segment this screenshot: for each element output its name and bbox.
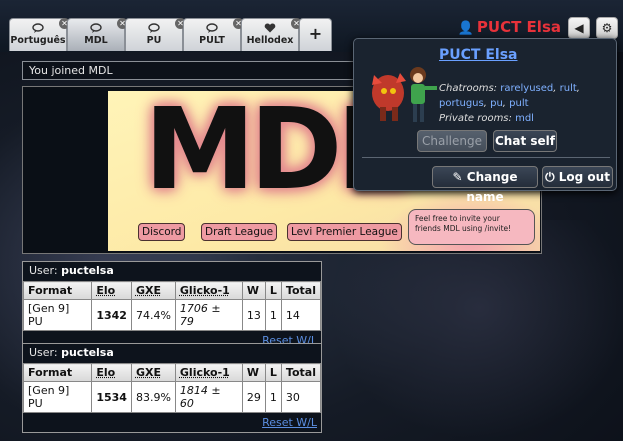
user-icon: 👤 [458,21,474,36]
col-w: W [242,364,265,382]
col-format: Format [24,282,92,300]
col-elo: Elo [92,364,132,382]
user-label: User: [29,264,58,277]
col-gxe: GXE [131,282,175,300]
room-tabs: Português ✕ MDL ✕ PU ✕ PULT ✕ Hellodex ✕… [9,18,332,51]
cell-w: 13 [242,300,265,331]
cell-w: 29 [242,382,265,413]
cell-gxe: 83.9% [131,382,175,413]
ladder-user: User: puctelsa [23,262,321,281]
table-row: [Gen 9] PU 1534 83.9% 1814 ± 60 29 1 30 [24,382,321,413]
cell-total: 14 [281,300,320,331]
cell-gxe: 74.4% [131,300,175,331]
tab-label: Português [10,35,66,46]
gear-icon: ⚙ [602,21,613,35]
settings-button[interactable]: ⚙ [596,17,618,39]
col-total: Total [281,364,320,382]
tab-portugues[interactable]: Português ✕ [9,18,67,51]
change-name-button[interactable]: ✎ Change name [432,166,538,188]
chat-bubble-icon [148,23,160,33]
draft-league-button[interactable]: Draft League [201,223,277,241]
ladder-table: Format Elo GXE Glicko-1 W L Total [Gen 9… [23,363,321,413]
chat-bubble-icon [32,23,44,33]
popup-room-info: Chatrooms: rarelyused, rult, portugus, p… [439,81,609,126]
chat-bubble-icon [90,23,102,33]
volume-button[interactable]: ◀ [568,17,590,39]
tab-label: MDL [68,35,124,46]
col-gxe: GXE [131,364,175,382]
col-glicko: Glicko-1 [175,282,242,300]
cell-l: 1 [265,300,281,331]
challenge-button[interactable]: Challenge [417,130,487,152]
col-l: L [265,364,281,382]
col-elo: Elo [92,282,132,300]
room-link-rarelyused[interactable]: rarelyused [500,83,553,94]
tab-label: PULT [184,35,240,46]
new-tab-button[interactable]: + [299,18,332,51]
join-message: You joined MDL [22,61,362,80]
tab-label: Hellodex [242,35,298,46]
table-header-row: Format Elo GXE Glicko-1 W L Total [24,364,321,382]
tab-pu[interactable]: PU ✕ [125,18,183,51]
levi-premier-league-button[interactable]: Levi Premier League [287,223,402,241]
user-popup: PUCT Elsa Chatrooms: rarelyused, rult, p… [353,38,617,191]
col-w: W [242,282,265,300]
cell-total: 30 [281,382,320,413]
reset-wl-link[interactable]: Reset W/L [262,416,317,429]
cell-format: [Gen 9] PU [24,300,92,331]
chat-bubble-icon [206,23,218,33]
discord-button[interactable]: Discord [138,223,185,241]
ladder-user: User: puctelsa [23,344,321,363]
heart-icon [264,23,276,33]
table-row: [Gen 9] PU 1342 74.4% 1706 ± 79 13 1 14 [24,300,321,331]
user-value: puctelsa [61,264,114,277]
tab-pult[interactable]: PULT ✕ [183,18,241,51]
logout-button[interactable]: ⏻ Log out [542,166,613,188]
col-format: Format [24,364,92,382]
private-rooms-label: Private rooms: [439,113,512,124]
room-link-rult[interactable]: rult [560,83,577,94]
volume-icon: ◀ [574,21,583,35]
username-button[interactable]: 👤 PUCT Elsa [458,18,561,36]
reset-row: Reset W/L [23,413,321,432]
user-label: User: [29,346,58,359]
cell-l: 1 [265,382,281,413]
avatar [366,53,446,133]
logout-label: Log out [559,170,610,184]
speech-bubble: Feel free to invite your friends MDL usi… [408,209,535,245]
room-link-mdl[interactable]: mdl [515,113,534,124]
col-total: Total [281,282,320,300]
cell-glicko: 1814 ± 60 [175,382,242,413]
tab-mdl[interactable]: MDL ✕ [67,18,125,51]
cell-glicko: 1706 ± 79 [175,300,242,331]
cell-elo: 1342 [92,300,132,331]
col-l: L [265,282,281,300]
room-link-pult[interactable]: pult [509,98,528,109]
ladder-box: User: puctelsa Format Elo GXE Glicko-1 W… [22,261,322,351]
cell-elo: 1534 [92,382,132,413]
table-header-row: Format Elo GXE Glicko-1 W L Total [24,282,321,300]
power-icon: ⏻ [545,170,555,184]
ladder-table: Format Elo GXE Glicko-1 W L Total [Gen 9… [23,281,321,331]
ladder-box: User: puctelsa Format Elo GXE Glicko-1 W… [22,343,322,433]
username-label: PUCT Elsa [477,18,561,36]
pencil-icon: ✎ [453,170,463,184]
chat-self-button[interactable]: Chat self [493,130,557,152]
tab-hellodex[interactable]: Hellodex ✕ [241,18,299,51]
user-value: puctelsa [61,346,114,359]
room-link-pu[interactable]: pu [490,98,503,109]
divider [362,157,610,158]
chatrooms-label: Chatrooms: [439,83,497,94]
tab-label: PU [126,35,182,46]
cell-format: [Gen 9] PU [24,382,92,413]
room-link-portugus[interactable]: portugus [439,98,484,109]
col-glicko: Glicko-1 [175,364,242,382]
popup-username-link[interactable]: PUCT Elsa [439,47,517,63]
